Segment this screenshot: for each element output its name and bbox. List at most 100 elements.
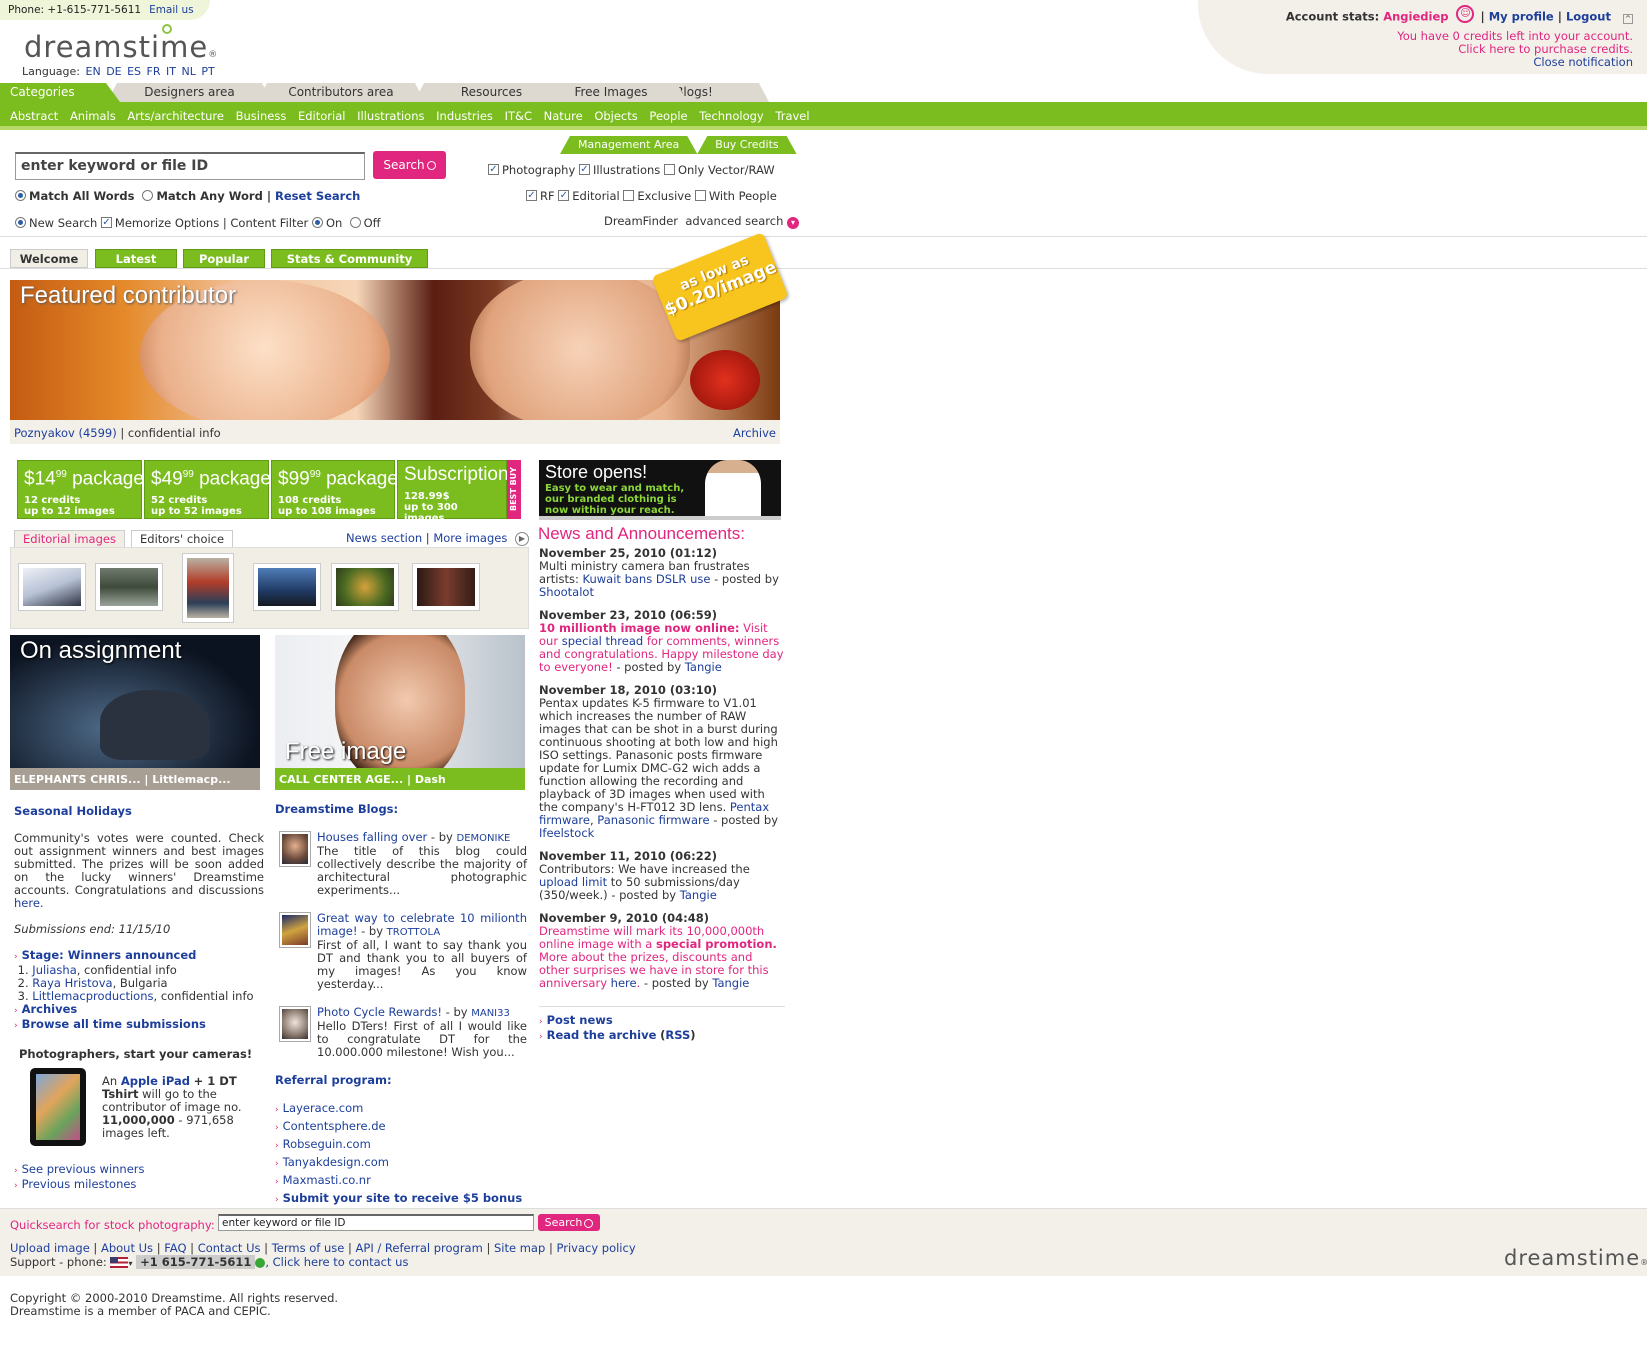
match-any-radio[interactable] <box>142 190 154 201</box>
package-14-button[interactable]: $1499 package 12 credits up to 12 images <box>17 460 144 519</box>
lang-en[interactable]: EN <box>86 65 101 78</box>
tab-designers-area[interactable]: Designers area <box>107 83 272 102</box>
editorial-thumb[interactable] <box>182 553 234 623</box>
with-people-checkbox[interactable] <box>694 190 706 201</box>
submit-site-link[interactable]: Submit your site to receive $5 bonus <box>283 1191 523 1205</box>
footer-logo[interactable]: dreamstime® <box>1504 1246 1647 1270</box>
category-editorial[interactable]: Editorial <box>298 109 345 123</box>
blog-author-avatar[interactable] <box>279 1006 311 1042</box>
memorize-checkbox[interactable]: ✓ <box>100 217 112 228</box>
winner-link[interactable]: Juliasha <box>32 963 76 977</box>
blog-author-avatar[interactable] <box>279 831 311 867</box>
news-link[interactable]: Panasonic firmware <box>597 813 709 827</box>
news-link[interactable]: special thread <box>562 634 643 648</box>
faq-link[interactable]: FAQ <box>164 1241 186 1255</box>
photography-checkbox[interactable]: ✓ <box>488 164 499 175</box>
buy-credits-tab[interactable]: Buy Credits <box>697 136 796 154</box>
footer-search-button[interactable]: Search <box>538 1214 600 1231</box>
collapse-icon[interactable]: ^ <box>1623 13 1633 24</box>
user-avatar-icon[interactable]: ☺ <box>1456 5 1475 23</box>
contributor-count[interactable]: (4599) <box>79 426 117 440</box>
footer-search-input[interactable]: enter keyword or file ID <box>218 1214 534 1231</box>
site-map-link[interactable]: Site map <box>494 1241 545 1255</box>
rss-link[interactable]: RSS <box>665 1028 690 1042</box>
news-author-link[interactable]: Tangie <box>712 976 749 990</box>
free-image-panel[interactable]: Free image CALL CENTER AGE... | Dash <box>275 635 525 790</box>
next-arrow-icon[interactable]: ▶ <box>514 531 529 546</box>
tab-categories[interactable]: Categories <box>0 83 120 102</box>
stage-link[interactable]: Stage: Winners announced <box>22 948 197 962</box>
ipad-image[interactable] <box>30 1068 86 1146</box>
lang-fr[interactable]: FR <box>147 65 161 78</box>
privacy-policy-link[interactable]: Privacy policy <box>556 1241 635 1255</box>
exclusive-checkbox[interactable] <box>623 190 635 201</box>
reset-search-link[interactable]: Reset Search <box>275 189 360 203</box>
rf-checkbox[interactable]: ✓ <box>526 190 537 201</box>
category-abstract[interactable]: Abstract <box>10 109 58 123</box>
category-technology[interactable]: Technology <box>699 109 763 123</box>
category-itc[interactable]: IT&C <box>505 109 532 123</box>
upload-image-link[interactable]: Upload image <box>10 1241 90 1255</box>
news-author-link[interactable]: Shootalot <box>539 585 594 599</box>
referral-site-link[interactable]: Layerace.com <box>283 1101 364 1115</box>
see-previous-winners-link[interactable]: See previous winners <box>22 1162 145 1176</box>
contributor-link[interactable]: Poznyakov <box>14 426 75 440</box>
new-search-radio[interactable] <box>15 217 26 228</box>
package-49-button[interactable]: $4999 package 52 credits up to 52 images <box>144 460 271 519</box>
lang-it[interactable]: IT <box>166 65 176 78</box>
news-link[interactable]: upload limit <box>539 875 607 889</box>
tab-latest[interactable]: Latest <box>95 249 177 268</box>
category-animals[interactable]: Animals <box>70 109 116 123</box>
seasonal-title[interactable]: Seasonal Holidays <box>14 805 264 818</box>
email-us-link[interactable]: Email us <box>149 4 194 16</box>
category-illustrations[interactable]: Illustrations <box>357 109 424 123</box>
tab-resources[interactable]: Resources <box>414 83 569 102</box>
call-icon[interactable] <box>255 1257 266 1268</box>
my-profile-link[interactable]: My profile <box>1489 10 1554 24</box>
on-assignment-panel[interactable]: On assignment ELEPHANTS CHRIS... | Littl… <box>10 635 260 790</box>
news-author-link[interactable]: Tangie <box>680 888 717 902</box>
close-notification-link[interactable]: Close notification <box>1533 55 1633 69</box>
match-all-radio[interactable] <box>15 190 26 201</box>
news-author-link[interactable]: Tangie <box>685 660 722 674</box>
advanced-search-link[interactable]: advanced search <box>685 214 783 228</box>
lang-nl[interactable]: NL <box>182 65 196 78</box>
vector-checkbox[interactable] <box>663 164 675 175</box>
editorial-thumb[interactable] <box>412 563 480 611</box>
tab-stats-community[interactable]: Stats & Community <box>271 249 428 268</box>
referral-site-link[interactable]: Tanyakdesign.com <box>283 1155 389 1169</box>
previous-milestones-link[interactable]: Previous milestones <box>22 1177 137 1191</box>
filter-off-radio[interactable] <box>349 217 361 228</box>
package-99-button[interactable]: $9999 package 108 credits up to 108 imag… <box>271 460 398 519</box>
lang-pt[interactable]: PT <box>201 65 214 78</box>
filter-on-radio[interactable] <box>311 217 323 228</box>
archives-link[interactable]: Archives <box>22 1002 78 1016</box>
more-images-link[interactable]: More images <box>433 531 507 545</box>
winner-link[interactable]: Raya Hristova <box>32 976 112 990</box>
us-flag-icon[interactable] <box>110 1257 129 1268</box>
api-referral-link[interactable]: API / Referral program <box>356 1241 483 1255</box>
category-industries[interactable]: Industries <box>436 109 493 123</box>
category-nature[interactable]: Nature <box>544 109 583 123</box>
category-travel[interactable]: Travel <box>775 109 809 123</box>
apple-ipad-link[interactable]: Apple iPad <box>121 1074 190 1088</box>
blog-link[interactable]: Photo Cycle Rewards! <box>317 1005 442 1019</box>
blog-author-avatar[interactable] <box>279 912 311 948</box>
seasonal-here-link[interactable]: here. <box>14 896 44 910</box>
search-button[interactable]: Search <box>373 151 446 179</box>
blog-author-link[interactable]: DEMONIKE <box>457 833 511 844</box>
chevron-down-icon[interactable]: ▾ <box>787 217 800 229</box>
news-section-link[interactable]: News section <box>346 531 422 545</box>
contact-us-link[interactable]: Contact Us <box>198 1241 261 1255</box>
read-archive-link[interactable]: Read the archive <box>547 1028 657 1042</box>
tab-editors-choice[interactable]: Editors' choice <box>131 530 234 548</box>
management-area-tab[interactable]: Management Area <box>560 136 697 154</box>
dreamstime-logo[interactable]: dreamstime ® <box>24 24 218 64</box>
terms-of-use-link[interactable]: Terms of use <box>272 1241 345 1255</box>
illustrations-checkbox[interactable]: ✓ <box>578 164 590 175</box>
referral-site-link[interactable]: Maxmasti.co.nr <box>283 1173 371 1187</box>
editorial-thumb[interactable] <box>95 563 163 611</box>
referral-site-link[interactable]: Robseguin.com <box>283 1137 371 1151</box>
tab-editorial-images[interactable]: Editorial images <box>14 530 125 548</box>
click-contact-link[interactable]: , Click here to contact us <box>265 1255 408 1269</box>
